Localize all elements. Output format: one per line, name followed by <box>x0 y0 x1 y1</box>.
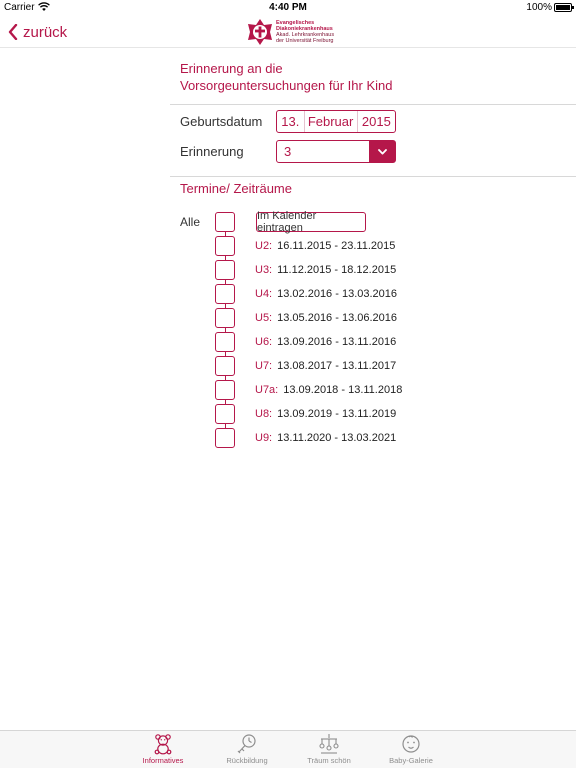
appointments-title: Termine/ Zeiträume <box>180 181 292 196</box>
chevron-down-icon <box>377 148 387 154</box>
list-item: U7: 13.08.2017 - 13.11.2017 <box>255 356 396 376</box>
wifi-icon <box>38 2 50 11</box>
tab-label: Informatives <box>142 756 184 765</box>
exam-checkbox-u7[interactable] <box>215 356 235 376</box>
navigation-bar: zurück Evangelisches Diakoniekrankenhaus… <box>0 16 576 48</box>
tab-label: Träum schön <box>307 756 351 765</box>
list-item: U9: 13.11.2020 - 13.03.2021 <box>255 428 396 448</box>
exam-checkbox-u9[interactable] <box>215 428 235 448</box>
tab-traeum-schoen[interactable]: Träum schön <box>289 733 369 767</box>
carrier-label: Carrier <box>4 2 35 13</box>
hospital-logo-icon <box>248 19 272 45</box>
tab-informatives[interactable]: Informatives <box>123 733 203 767</box>
exam-code: U4: <box>255 288 273 300</box>
reminder-select[interactable]: 3 <box>276 140 396 163</box>
tab-label: Rückbildung <box>226 756 268 765</box>
clock: 4:40 PM <box>269 2 307 13</box>
exam-checkbox-u6[interactable] <box>215 332 235 352</box>
back-button[interactable]: zurück <box>8 22 67 42</box>
birthdate-year[interactable]: 2015 <box>358 111 395 132</box>
page-title-line-2: Vorsorgeuntersuchungen für Ihr Kind <box>180 78 393 93</box>
exam-date-range: 13.09.2019 - 13.11.2019 <box>277 408 397 420</box>
exam-checkbox-u2[interactable] <box>215 236 235 256</box>
birthdate-day[interactable]: 13. <box>277 111 305 132</box>
exam-date-range: 11.12.2015 - 18.12.2015 <box>277 264 397 276</box>
teddy-bear-icon <box>154 734 172 755</box>
exam-code: U6: <box>255 336 273 348</box>
chevron-left-icon <box>8 24 18 40</box>
add-to-calendar-button[interactable]: Im Kalender eintragen <box>256 210 366 234</box>
divider <box>170 176 576 177</box>
list-item: U7a: 13.09.2018 - 13.11.2018 <box>255 380 402 400</box>
exam-code: U8: <box>255 408 273 420</box>
tab-rueckbildung[interactable]: Rückbildung <box>207 733 287 767</box>
list-item: U5: 13.05.2016 - 13.06.2016 <box>255 308 397 328</box>
exam-code: U7: <box>255 360 273 372</box>
mobile-toy-icon <box>319 734 339 754</box>
battery-icon <box>554 3 574 12</box>
battery-percentage: 100% <box>526 2 552 13</box>
tab-baby-galerie[interactable]: Baby-Galerie <box>371 733 451 767</box>
reminder-label: Erinnerung <box>180 144 244 159</box>
list-item: U8: 13.09.2019 - 13.11.2019 <box>255 404 396 424</box>
list-item: U2: 16.11.2015 - 23.11.2015 <box>255 236 395 256</box>
exam-checkbox-u5[interactable] <box>215 308 235 328</box>
exam-code: U2: <box>255 240 273 252</box>
exam-date-range: 13.09.2016 - 13.11.2016 <box>277 336 397 348</box>
hospital-logo: Evangelisches Diakoniekrankenhaus Akad. … <box>246 17 334 47</box>
logo-line-4: der Universität Freiburg <box>276 38 334 44</box>
list-item: U3: 11.12.2015 - 18.12.2015 <box>255 260 396 280</box>
select-all-checkbox[interactable] <box>215 212 235 232</box>
list-item: U4: 13.02.2016 - 13.03.2016 <box>255 284 397 304</box>
exam-code: U9: <box>255 432 273 444</box>
baby-face-icon <box>402 735 420 753</box>
hospital-logo-text: Evangelisches Diakoniekrankenhaus Akad. … <box>276 20 334 44</box>
exam-date-range: 13.11.2020 - 13.03.2021 <box>277 432 397 444</box>
status-bar: Carrier 4:40 PM 100% <box>0 0 576 16</box>
exam-checkbox-u8[interactable] <box>215 404 235 424</box>
exam-code: U5: <box>255 312 273 324</box>
back-button-label: zurück <box>23 23 68 41</box>
exam-date-range: 16.11.2015 - 23.11.2015 <box>277 240 396 252</box>
tab-label: Baby-Galerie <box>389 756 433 765</box>
stopwatch-icon <box>237 734 256 754</box>
tab-bar: Informatives Rückbildung Träum schön Bab… <box>0 730 576 768</box>
exam-date-range: 13.02.2016 - 13.03.2016 <box>277 288 398 300</box>
divider <box>170 104 576 105</box>
exam-checkbox-u7a[interactable] <box>215 380 235 400</box>
birthdate-label: Geburtsdatum <box>180 114 263 129</box>
birthdate-month[interactable]: Februar <box>305 111 358 132</box>
page-title-line-1: Erinnerung an die <box>180 61 283 76</box>
list-item: U6: 13.09.2016 - 13.11.2016 <box>255 332 396 352</box>
exam-checkbox-u3[interactable] <box>215 260 235 280</box>
exam-checkbox-u4[interactable] <box>215 284 235 304</box>
exam-date-range: 13.05.2016 - 13.06.2016 <box>277 312 398 324</box>
reminder-select-value: 3 <box>284 144 292 159</box>
reminder-select-button[interactable] <box>369 141 395 162</box>
exam-date-range: 13.09.2018 - 13.11.2018 <box>283 384 403 396</box>
exam-code: U7a: <box>255 384 279 396</box>
birthdate-picker: 13. Februar 2015 <box>276 110 396 133</box>
exam-date-range: 13.08.2017 - 13.11.2017 <box>277 360 397 372</box>
page-title: Erinnerung an die Vorsorgeuntersuchungen… <box>180 60 576 94</box>
select-all-label: Alle <box>180 215 201 229</box>
exam-code: U3: <box>255 264 273 276</box>
